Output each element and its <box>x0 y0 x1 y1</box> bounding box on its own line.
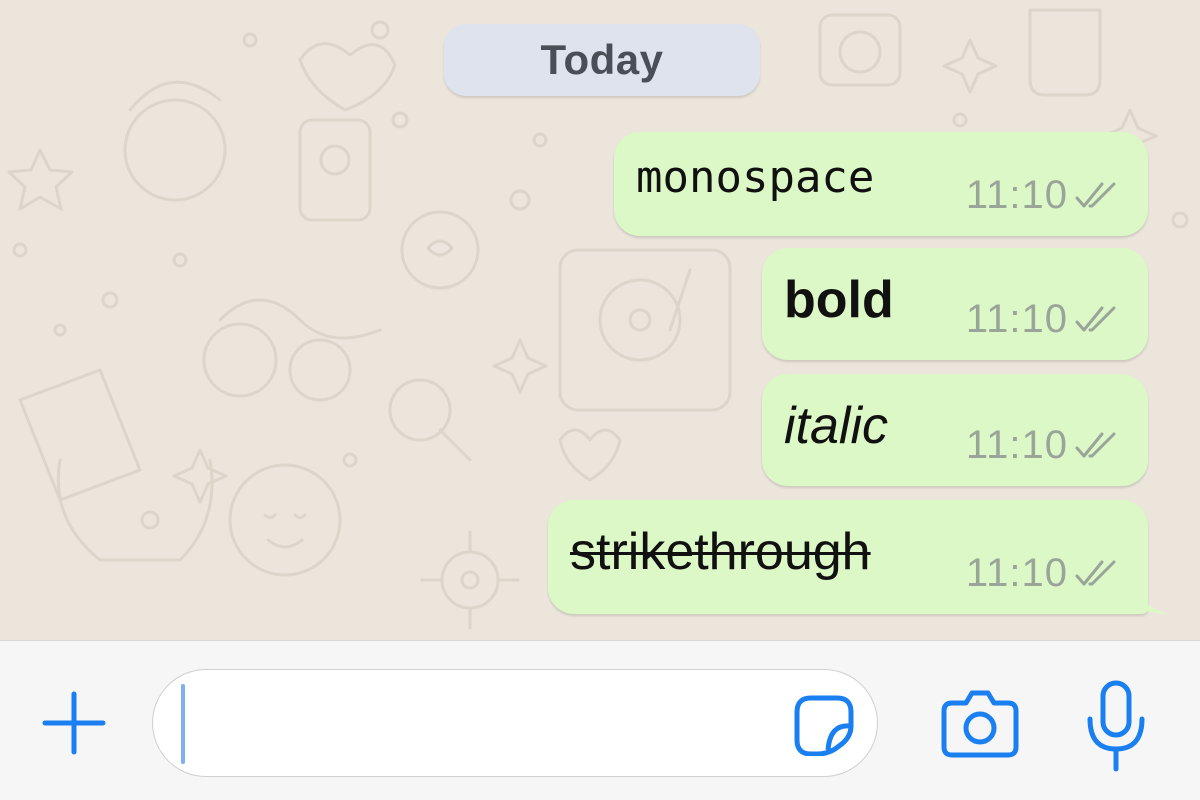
message-time: 11:10 <box>965 423 1068 467</box>
read-receipt-icon <box>1074 304 1126 336</box>
message-bubble-italic[interactable]: italic 11:10 <box>762 374 1148 486</box>
date-label: Today <box>540 36 664 83</box>
message-input-bar <box>0 640 1200 800</box>
message-text: italic <box>784 397 889 455</box>
message-meta: 11:10 <box>966 423 1126 468</box>
voice-message-button[interactable] <box>1084 679 1148 775</box>
camera-icon <box>941 690 1019 758</box>
sticker-icon <box>794 695 854 757</box>
message-bubble-bold[interactable]: bold 11:10 <box>762 248 1148 360</box>
message-meta: 11:10 <box>966 551 1126 596</box>
message-time: 11:10 <box>965 551 1068 595</box>
message-bubble-monospace[interactable]: monospace 11:10 <box>614 132 1148 236</box>
message-meta: 11:10 <box>966 173 1126 218</box>
message-time: 11:10 <box>965 297 1068 341</box>
text-cursor <box>181 684 185 764</box>
message-text: monospace <box>636 152 875 203</box>
message-text: bold <box>784 271 894 329</box>
chat-screen: Today monospace 11:10 bold 11:10 italic … <box>0 0 1200 800</box>
date-separator: Today <box>444 24 760 96</box>
message-text: strikethrough <box>570 523 871 581</box>
read-receipt-icon <box>1074 430 1126 462</box>
add-attachment-button[interactable] <box>36 685 112 761</box>
read-receipt-icon <box>1074 558 1126 590</box>
camera-button[interactable] <box>940 685 1020 761</box>
message-input[interactable] <box>152 669 878 777</box>
microphone-icon <box>1087 680 1145 772</box>
plus-icon <box>42 691 106 755</box>
message-bubble-strikethrough[interactable]: strikethrough 11:10 <box>548 500 1168 614</box>
bubble-tail <box>1134 584 1168 614</box>
chat-area[interactable]: Today monospace 11:10 bold 11:10 italic … <box>0 0 1200 640</box>
message-time: 11:10 <box>965 173 1068 217</box>
read-receipt-icon <box>1074 180 1126 212</box>
sticker-button[interactable] <box>793 694 855 757</box>
message-meta: 11:10 <box>966 297 1126 342</box>
